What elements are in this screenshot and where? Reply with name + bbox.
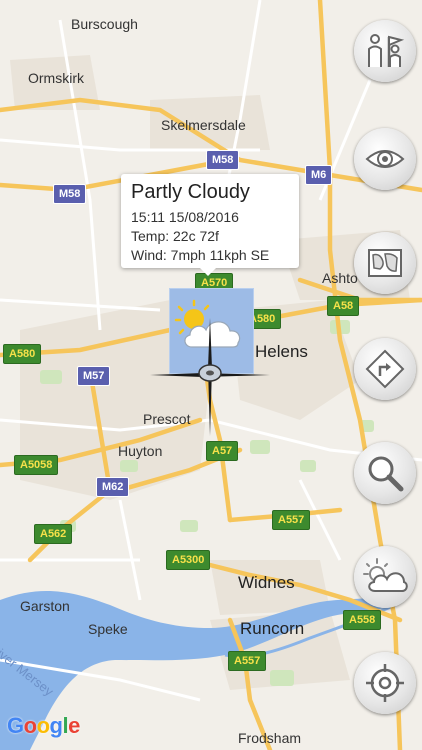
place-frodsham: Frodsham (238, 730, 302, 746)
search-icon (368, 456, 404, 492)
directions-button[interactable] (354, 338, 416, 400)
directions-icon (365, 349, 405, 389)
place-skelmersdale: Skelmersdale (161, 117, 246, 133)
weather-wind: Wind: 7mph 11kph SE (131, 247, 270, 263)
place-huyton: Huyton (118, 443, 163, 459)
road-shield: M57 (77, 366, 111, 386)
place-widnes: Widnes (238, 573, 295, 592)
google-logo[interactable]: Google (7, 713, 80, 739)
road-shield: A557 (228, 651, 267, 671)
weather-button[interactable] (354, 546, 416, 608)
road-shield: A580 (3, 344, 42, 364)
location-compass-marker[interactable] (150, 318, 270, 436)
road-shield: M62 (96, 477, 130, 497)
map-type-button[interactable] (354, 232, 416, 294)
search-button[interactable] (354, 442, 416, 504)
place-ashton: Ashto (322, 270, 358, 286)
road-shield: A5300 (166, 550, 211, 570)
road-shield: A58 (327, 296, 360, 316)
road-shield: M58 (206, 150, 240, 170)
road-shield: M6 (305, 165, 333, 185)
road-shield: M58 (53, 184, 87, 204)
place-ormskirk: Ormskirk (28, 70, 84, 86)
place-burscough: Burscough (71, 16, 138, 32)
weather-temp: Temp: 22c 72f (131, 228, 219, 244)
weather-icon (363, 558, 408, 592)
eye-icon (365, 150, 405, 168)
weather-condition: Partly Cloudy (131, 181, 250, 203)
road-shield: A562 (34, 524, 73, 544)
road-shield: A57 (206, 441, 239, 461)
popup-pointer (200, 268, 216, 276)
road-shield: A557 (272, 510, 311, 530)
place-speke: Speke (88, 621, 128, 637)
place-runcorn: Runcorn (240, 619, 305, 638)
road-shield: A5058 (14, 455, 59, 475)
road-shield: A558 (343, 610, 382, 630)
tour-guide-button[interactable] (354, 20, 416, 82)
place-garston: Garston (20, 598, 70, 614)
weather-time: 15:11 15/08/2016 (131, 209, 239, 225)
weather-popup[interactable]: Partly Cloudy 15:11 15/08/2016 Temp: 22c… (121, 174, 299, 276)
view-toggle-button[interactable] (354, 128, 416, 190)
locate-me-button[interactable] (354, 652, 416, 714)
map-icon (368, 249, 402, 277)
tour-guide-icon (368, 34, 405, 67)
locate-icon (366, 664, 404, 702)
